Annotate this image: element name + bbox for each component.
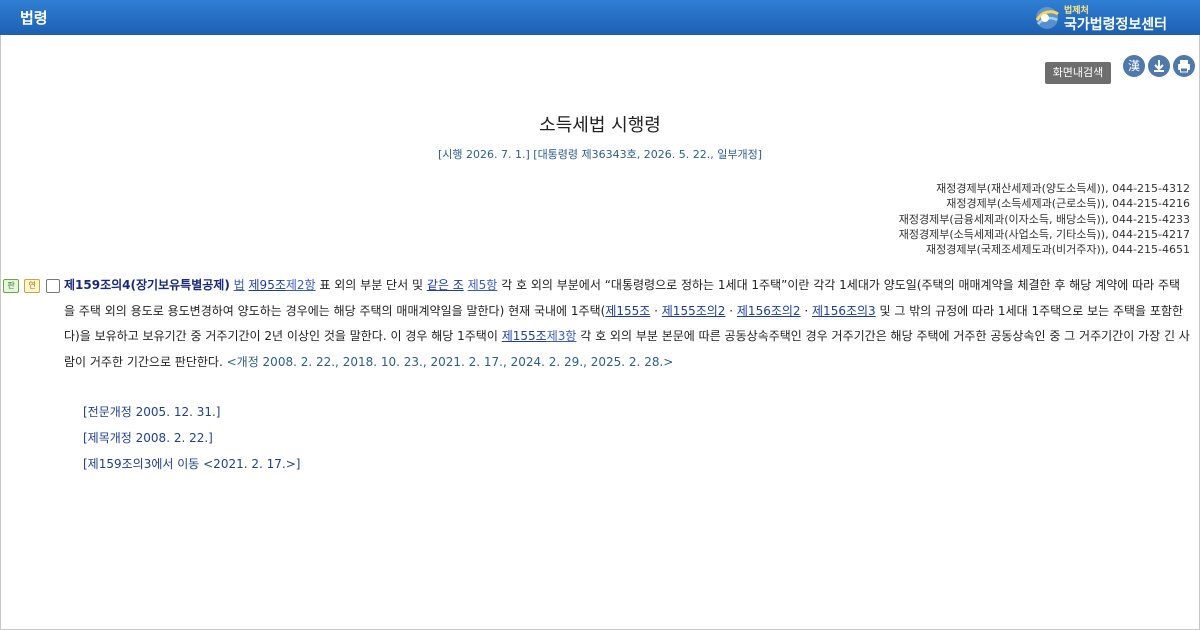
contact-line: 재정경제부(재산세제과(양도소득세)), 044-215-4312 xyxy=(936,182,1190,195)
top-bar: 법령 법제처 국가법령정보센터 xyxy=(0,0,1200,35)
link-law[interactable]: 법 xyxy=(234,278,245,292)
link-paragraph-5[interactable]: 제5항 xyxy=(468,278,498,292)
brand-name: 국가법령정보센터 xyxy=(1064,17,1168,33)
separator: · xyxy=(725,303,737,318)
hanja-button[interactable]: 漢 xyxy=(1123,55,1145,77)
text-part: 표 외의 부분 단서 및 xyxy=(315,278,427,292)
separator: · xyxy=(650,303,662,318)
download-button[interactable] xyxy=(1148,55,1170,77)
link-paragraph-2[interactable]: 제2항 xyxy=(286,278,316,292)
history-note: [제목개정 2008. 2. 22.] xyxy=(83,431,213,445)
contact-line: 재정경제부(금융세제과(이자소득, 배당소득)), 044-215-4233 xyxy=(898,212,1190,226)
contact-line: 재정경제부(소득세제과(근로소득)), 044-215-4216 xyxy=(946,197,1190,211)
document-title: 소득세법 시행령 xyxy=(539,115,661,136)
link-article-95[interactable]: 제95조 xyxy=(249,278,286,292)
contact-list: 재정경제부(재산세제과(양도소득세)), 044-215-4312 재정경제부(… xyxy=(899,181,1190,257)
history-note: [전문개정 2005. 12. 31.] xyxy=(83,405,221,419)
print-icon xyxy=(1178,60,1190,73)
globe-logo-icon xyxy=(1035,7,1059,29)
contact-line: 재정경제부(국제조세제도과(비거주자)), 044-215-4651 xyxy=(925,243,1190,257)
enforcement-info: [시행 2026. 7. 1.] [대통령령 제36343호, 2026. 5.… xyxy=(437,148,763,161)
link-article-155-b[interactable]: 제155조 xyxy=(502,329,547,343)
link-article-156-3[interactable]: 제156조의3 xyxy=(812,304,876,318)
history-note: [제159조의3에서 이동 <2021. 2. 17.>] xyxy=(83,457,301,471)
print-button[interactable] xyxy=(1173,55,1195,77)
app-title: 법령 xyxy=(20,9,48,27)
download-icon xyxy=(1154,60,1164,72)
in-page-search-button[interactable]: 화면내검색 xyxy=(1045,62,1111,84)
history-tag[interactable]: 연 xyxy=(24,279,40,293)
separator: · xyxy=(800,303,813,318)
article-checkbox[interactable] xyxy=(46,279,60,293)
article-heading: 제159조의4(장기보유특별공제) xyxy=(64,278,230,292)
article-text: 제159조의4(장기보유특별공제) 법 제95조제2항 표 외의 부분 단서 및… xyxy=(64,273,1190,375)
link-same-article[interactable]: 같은 조 xyxy=(427,278,464,292)
link-article-155-2[interactable]: 제155조의2 xyxy=(662,304,726,318)
precedent-tag[interactable]: 판 xyxy=(3,279,19,293)
link-article-156-2[interactable]: 제156조의2 xyxy=(737,304,801,318)
brand-logo[interactable]: 법제처 국가법령정보센터 xyxy=(1034,3,1184,33)
link-paragraph-3[interactable]: 제3항 xyxy=(547,329,577,343)
amendment-history: <개정 2008. 2. 22., 2018. 10. 23., 2021. 2… xyxy=(226,354,674,369)
contact-line: 재정경제부(소득세제과(사업소득, 기타소득)), 044-215-4217 xyxy=(898,227,1190,241)
link-article-155[interactable]: 제155조 xyxy=(605,304,650,318)
